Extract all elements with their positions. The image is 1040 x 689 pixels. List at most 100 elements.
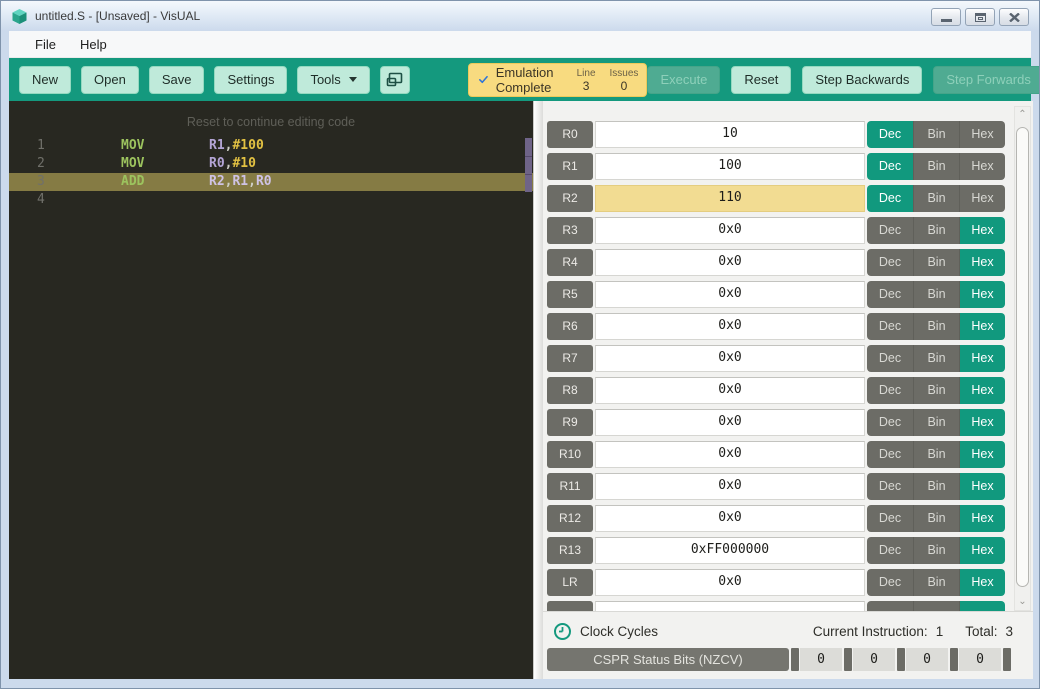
register-scrollbar[interactable]: ⌃ ⌄: [1014, 106, 1031, 611]
register-value-field[interactable]: 0x0: [595, 249, 865, 276]
dec-mode-button[interactable]: Dec: [867, 313, 913, 340]
hex-mode-button[interactable]: Hex: [959, 249, 1005, 276]
dec-mode-button[interactable]: Dec: [867, 409, 913, 436]
step-backwards-button[interactable]: Step Backwards: [802, 66, 922, 94]
bin-mode-button[interactable]: Bin: [913, 313, 959, 340]
mode-toggle-group: DecBinHex: [867, 121, 1005, 148]
scroll-down-icon[interactable]: ⌄: [1015, 594, 1030, 610]
bin-mode-button[interactable]: Bin: [913, 473, 959, 500]
dec-mode-button[interactable]: Dec: [867, 505, 913, 532]
split-view-button[interactable]: [380, 66, 410, 94]
bin-mode-button[interactable]: Bin: [913, 217, 959, 244]
hex-mode-button[interactable]: Hex: [959, 153, 1005, 180]
register-value-field[interactable]: 10: [595, 121, 865, 148]
code-editor[interactable]: Reset to continue editing code 1MOVR1,#1…: [9, 101, 533, 679]
hex-mode-button[interactable]: Hex: [959, 281, 1005, 308]
maximize-icon: [975, 13, 986, 22]
bin-mode-button[interactable]: Bin: [913, 409, 959, 436]
hex-mode-button[interactable]: Hex: [959, 441, 1005, 468]
menu-item-file[interactable]: File: [23, 33, 68, 56]
register-value-field[interactable]: 0x0: [595, 409, 865, 436]
minimize-button[interactable]: [931, 8, 961, 26]
bin-mode-button[interactable]: Bin: [913, 153, 959, 180]
hex-mode-button[interactable]: Hex: [959, 569, 1005, 596]
bin-mode-button[interactable]: Bin: [913, 377, 959, 404]
bin-mode-button[interactable]: Bin: [913, 537, 959, 564]
dec-mode-button[interactable]: Dec: [867, 121, 913, 148]
bin-mode-button[interactable]: Bin: [913, 185, 959, 212]
hex-mode-button[interactable]: Hex: [959, 377, 1005, 404]
dec-mode-button[interactable]: Dec: [867, 569, 913, 596]
bin-mode-button[interactable]: [913, 601, 959, 611]
register-value-field[interactable]: 110: [595, 185, 865, 212]
mode-toggle-group: DecBinHex: [867, 249, 1005, 276]
register-value-field[interactable]: 0x0: [595, 377, 865, 404]
hex-mode-button[interactable]: [959, 601, 1005, 611]
hex-mode-button[interactable]: Hex: [959, 537, 1005, 564]
hex-mode-button[interactable]: Hex: [959, 313, 1005, 340]
register-name: R9: [547, 409, 593, 436]
hex-mode-button[interactable]: Hex: [959, 505, 1005, 532]
register-value-field[interactable]: 0x0: [595, 217, 865, 244]
register-value-field[interactable]: 0xFF000000: [595, 537, 865, 564]
hex-mode-button[interactable]: Hex: [959, 185, 1005, 212]
scrollbar-thumb[interactable]: [1016, 127, 1029, 587]
mode-toggle-group: DecBinHex: [867, 217, 1005, 244]
bin-mode-button[interactable]: Bin: [913, 569, 959, 596]
bin-mode-button[interactable]: Bin: [913, 345, 959, 372]
dec-mode-button[interactable]: Dec: [867, 345, 913, 372]
dec-mode-button[interactable]: [867, 601, 913, 611]
close-button[interactable]: [999, 8, 1029, 26]
new-button[interactable]: New: [19, 66, 71, 94]
hex-mode-button[interactable]: Hex: [959, 473, 1005, 500]
register-value-field[interactable]: 0x0: [595, 345, 865, 372]
register-name: R10: [547, 441, 593, 468]
register-row-r1: R1100DecBinHex: [547, 153, 1005, 180]
register-value-field[interactable]: 0x0: [595, 313, 865, 340]
register-value-field[interactable]: [595, 601, 865, 611]
register-value-field[interactable]: 100: [595, 153, 865, 180]
register-row-r10: R100x0DecBinHex: [547, 441, 1005, 468]
dec-mode-button[interactable]: Dec: [867, 473, 913, 500]
register-value-field[interactable]: 0x0: [595, 569, 865, 596]
hex-mode-button[interactable]: Hex: [959, 121, 1005, 148]
settings-button[interactable]: Settings: [214, 66, 287, 94]
mnemonic-token: MOV: [121, 137, 144, 155]
register-value-field[interactable]: 0x0: [595, 281, 865, 308]
register-value-field[interactable]: 0x0: [595, 473, 865, 500]
bin-mode-button[interactable]: Bin: [913, 121, 959, 148]
register-value-field[interactable]: 0x0: [595, 505, 865, 532]
maximize-button[interactable]: [965, 8, 995, 26]
dec-mode-button[interactable]: Dec: [867, 377, 913, 404]
reset-button[interactable]: Reset: [731, 66, 791, 94]
flag-separator: [844, 648, 852, 671]
editor-scrollbar[interactable]: [533, 101, 543, 679]
scroll-up-icon[interactable]: ⌃: [1015, 107, 1030, 123]
dec-mode-button[interactable]: Dec: [867, 537, 913, 564]
dec-mode-button[interactable]: Dec: [867, 281, 913, 308]
bin-mode-button[interactable]: Bin: [913, 249, 959, 276]
dec-mode-button[interactable]: Dec: [867, 217, 913, 244]
menu-item-help[interactable]: Help: [68, 33, 119, 56]
dec-mode-button[interactable]: Dec: [867, 249, 913, 276]
register-name: R6: [547, 313, 593, 340]
emulation-status: Emulation Complete Line 3 Issues 0: [468, 63, 648, 97]
dec-mode-button[interactable]: Dec: [867, 185, 913, 212]
hex-mode-button[interactable]: Hex: [959, 217, 1005, 244]
dec-mode-button[interactable]: Dec: [867, 441, 913, 468]
execute-button[interactable]: Execute: [647, 66, 720, 94]
bin-mode-button[interactable]: Bin: [913, 441, 959, 468]
register-row-r9: R90x0DecBinHex: [547, 409, 1005, 436]
hex-mode-button[interactable]: Hex: [959, 345, 1005, 372]
register-value-field[interactable]: 0x0: [595, 441, 865, 468]
hex-mode-button[interactable]: Hex: [959, 409, 1005, 436]
total-value: 3: [1005, 624, 1013, 639]
bin-mode-button[interactable]: Bin: [913, 505, 959, 532]
save-button[interactable]: Save: [149, 66, 205, 94]
open-button[interactable]: Open: [81, 66, 139, 94]
tools-dropdown[interactable]: Tools: [297, 66, 369, 94]
step-forwards-button[interactable]: Step Forwards: [933, 66, 1040, 94]
dec-mode-button[interactable]: Dec: [867, 153, 913, 180]
bin-mode-button[interactable]: Bin: [913, 281, 959, 308]
register-name: R12: [547, 505, 593, 532]
